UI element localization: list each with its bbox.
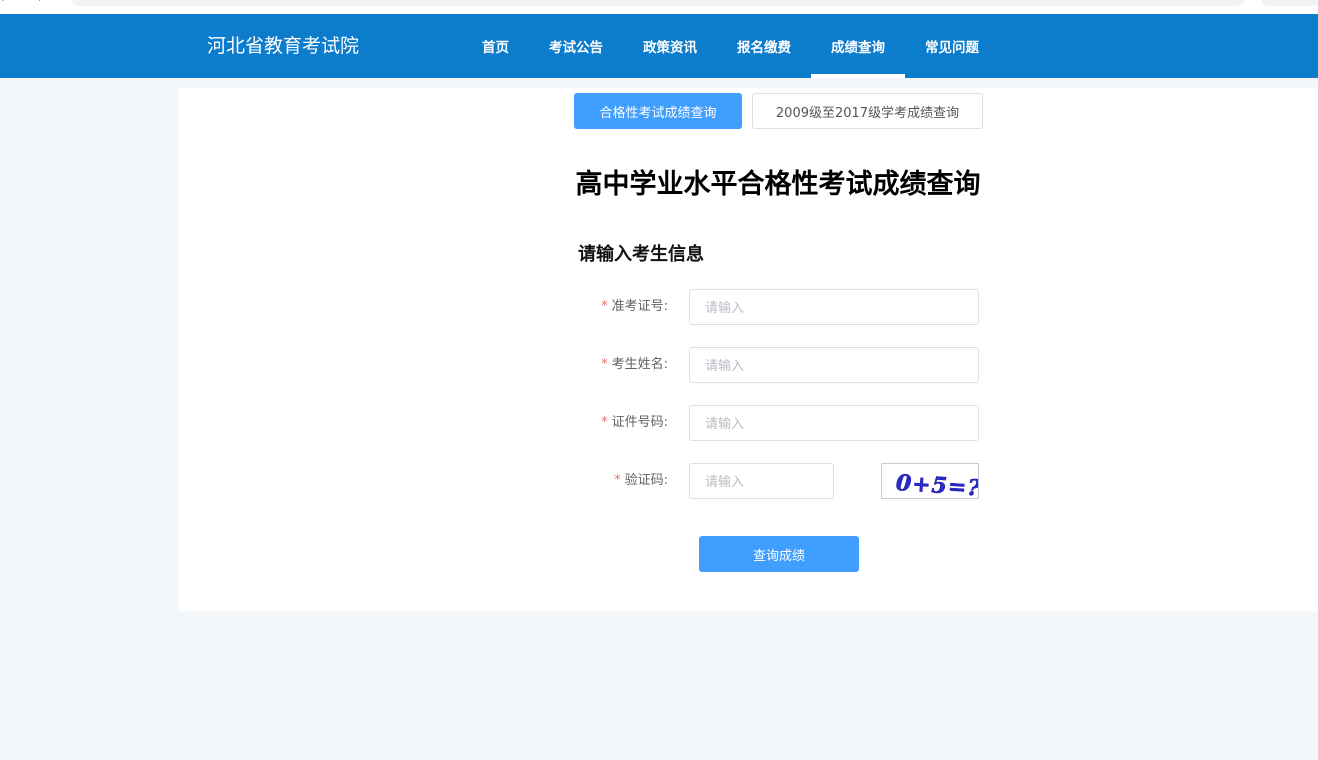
main-nav: 首页 考试公告 政策资讯 报名缴费 成绩查询 常见问题 xyxy=(462,14,999,78)
admission-number-label: 准考证号: xyxy=(611,299,668,314)
section-title: 请输入考生信息 xyxy=(578,244,704,265)
browser-toolbar: ← → xyxy=(0,0,1318,14)
nav-item-score-query[interactable]: 成绩查询 xyxy=(811,14,905,78)
required-mark: * xyxy=(601,357,608,372)
candidate-name-label: 考生姓名: xyxy=(611,357,668,372)
nav-item-label: 成绩查询 xyxy=(831,40,885,56)
form-label: * 验证码: xyxy=(614,463,668,499)
id-number-input[interactable] xyxy=(689,405,979,441)
captcha-label: 验证码: xyxy=(624,473,668,488)
id-number-label: 证件号码: xyxy=(611,415,668,430)
site-title[interactable]: 河北省教育考试院 xyxy=(207,31,359,58)
browser-extension-area[interactable] xyxy=(1262,0,1318,6)
required-mark: * xyxy=(601,415,608,430)
form-label: * 证件号码: xyxy=(601,405,668,441)
address-bar[interactable] xyxy=(70,0,1246,6)
required-mark: * xyxy=(601,299,608,314)
admission-number-input[interactable] xyxy=(689,289,979,325)
nav-item-label: 政策资讯 xyxy=(643,40,697,56)
nav-item-label: 考试公告 xyxy=(549,40,603,56)
back-arrow-icon[interactable]: ← xyxy=(0,0,14,7)
captcha-input[interactable] xyxy=(689,463,834,499)
form-label: * 准考证号: xyxy=(601,289,668,325)
form-row-id-number: * 证件号码: xyxy=(178,405,1318,441)
candidate-name-input[interactable] xyxy=(689,347,979,383)
required-mark: * xyxy=(614,473,621,488)
tab-legacy-score-query[interactable]: 2009级至2017级学考成绩查询 xyxy=(752,93,983,129)
captcha-image[interactable]: 0+5=? xyxy=(881,463,979,499)
nav-item-label: 常见问题 xyxy=(925,40,979,56)
captcha-text: 0+5=? xyxy=(895,470,979,499)
page-title: 高中学业水平合格性考试成绩查询 xyxy=(575,169,981,200)
form-row-candidate-name: * 考生姓名: xyxy=(178,347,1318,383)
nav-item-policy-news[interactable]: 政策资讯 xyxy=(623,14,717,78)
nav-item-label: 报名缴费 xyxy=(737,40,791,56)
captcha-svg: 0+5=? xyxy=(895,470,979,499)
site-header: 河北省教育考试院 首页 考试公告 政策资讯 报名缴费 成绩查询 常见问题 xyxy=(0,14,1318,78)
query-score-button[interactable]: 查询成绩 xyxy=(699,536,859,572)
form-row-captcha: *验证码: 0+5=? xyxy=(178,463,1318,499)
nav-item-exam-notices[interactable]: 考试公告 xyxy=(529,14,623,78)
nav-item-home[interactable]: 首页 xyxy=(462,14,529,78)
nav-item-faq[interactable]: 常见问题 xyxy=(905,14,999,78)
form-label: * 考生姓名: xyxy=(601,347,668,383)
nav-item-registration-payment[interactable]: 报名缴费 xyxy=(717,14,811,78)
query-panel: 合格性考试成绩查询 2009级至2017级学考成绩查询 高中学业水平合格性考试成… xyxy=(178,88,1318,611)
forward-arrow-icon[interactable]: → xyxy=(32,0,46,7)
form-row-admission-number: * 准考证号: xyxy=(178,289,1318,325)
nav-item-label: 首页 xyxy=(482,40,509,56)
tab-qualification-score-query[interactable]: 合格性考试成绩查询 xyxy=(574,93,742,129)
